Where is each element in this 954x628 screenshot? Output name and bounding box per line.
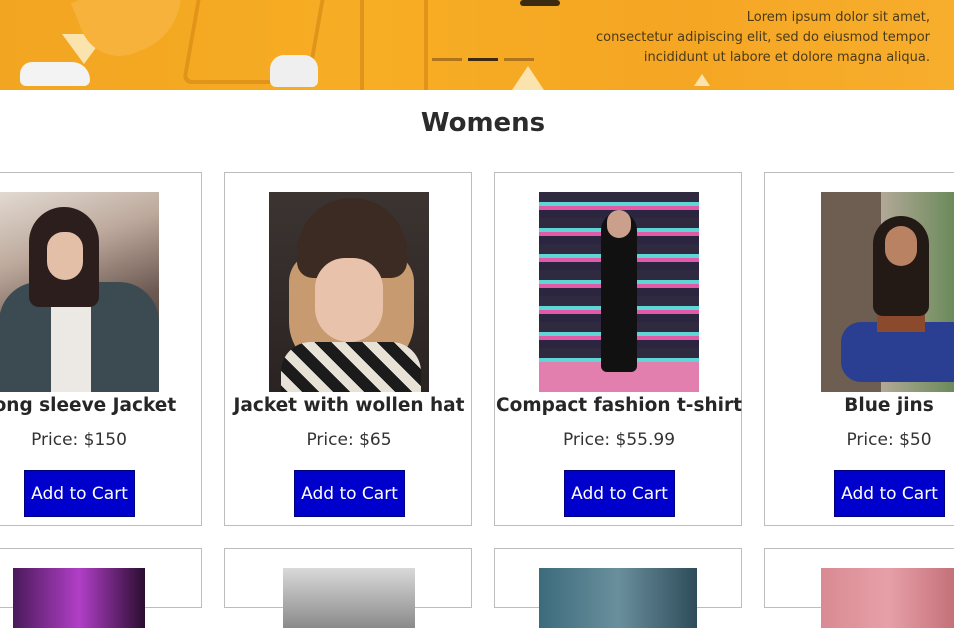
product-image[interactable] [13,568,145,628]
product-card [494,548,742,628]
product-price: Price: $65 [306,430,392,450]
product-card: Compact fashion t-shirt Price: $55.99 Ad… [494,172,742,526]
product-card [0,548,202,628]
add-to-cart-button[interactable]: Add to Cart [834,470,945,517]
product-image[interactable] [269,192,429,392]
product-price: Price: $50 [846,430,932,450]
hero-text-line: incididunt ut labore et dolore magna ali… [643,50,930,65]
product-image[interactable] [0,192,159,392]
carousel-indicators[interactable] [432,58,534,61]
add-to-cart-button[interactable]: Add to Cart [294,470,405,517]
product-card: Blue jins Price: $50 Add to Cart [764,172,954,526]
add-to-cart-button[interactable]: Add to Cart [564,470,675,517]
hero-chair-legs [360,0,428,90]
product-card [764,548,954,628]
product-card: Long sleeve Jacket Price: $150 Add to Ca… [0,172,202,526]
carousel-dot-2[interactable] [468,58,498,61]
hero-object [520,0,560,6]
product-card [224,548,472,628]
product-image[interactable] [283,568,415,628]
carousel-dot-1[interactable] [432,58,462,61]
product-name: Compact fashion t-shirt [496,395,742,416]
hero-sneaker [20,62,90,86]
hero-text-line: consectetur adipiscing elit, sed do eius… [595,30,930,45]
product-name: Jacket with wollen hat [233,395,465,416]
product-image[interactable] [821,568,954,628]
hero-banner: Lorem ipsum dolor sit amet, consectetur … [0,0,954,90]
hero-text: Lorem ipsum dolor sit amet, consectetur … [570,8,930,68]
product-image[interactable] [821,192,954,392]
product-price: Price: $55.99 [562,430,676,450]
product-price: Price: $150 [31,430,127,450]
product-card: Jacket with wollen hat Price: $65 Add to… [224,172,472,526]
decor-triangle [694,74,710,86]
product-name: Long sleeve Jacket [0,395,177,416]
product-image[interactable] [539,568,697,628]
hero-text-line: Lorem ipsum dolor sit amet, [746,10,930,25]
decor-triangle [512,66,544,90]
section-title: Womens [420,108,546,138]
carousel-dot-3[interactable] [504,58,534,61]
hero-sneaker [270,55,318,87]
add-to-cart-button[interactable]: Add to Cart [24,470,135,517]
product-name: Blue jins [844,395,934,416]
product-image[interactable] [539,192,699,392]
